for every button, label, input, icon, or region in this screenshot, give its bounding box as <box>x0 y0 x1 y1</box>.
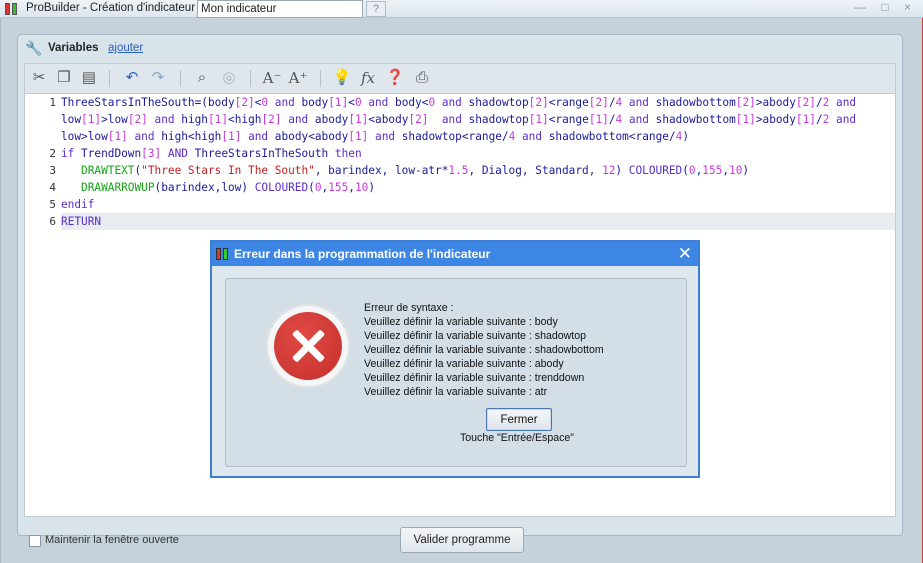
title-bar: ProBuilder - Création d'indicateur - ? —… <box>0 0 923 18</box>
undo-icon[interactable]: ↶ <box>121 67 143 89</box>
code-line[interactable]: low[1]>low[2] and high[1]<high[2] and ab… <box>61 111 895 128</box>
redo-icon[interactable]: ↷ <box>147 67 169 89</box>
error-message: Veuillez définir la variable suivante : … <box>364 358 564 370</box>
app-icon <box>5 3 19 15</box>
indicator-name-input[interactable] <box>197 0 363 18</box>
error-message: Veuillez définir la variable suivante : … <box>364 386 548 398</box>
code-line-current[interactable]: 6 RETURN <box>49 213 895 230</box>
error-message: Veuillez définir la variable suivante : … <box>364 372 585 384</box>
keep-open-label: Maintenir la fenêtre ouverte <box>45 534 179 546</box>
help-circle-icon[interactable]: ❓ <box>384 67 406 89</box>
code-area[interactable]: 1 ThreeStarsInTheSouth=(body[2]<0 and bod… <box>49 94 895 230</box>
close-icon[interactable]: ✕ <box>678 244 692 264</box>
validate-program-button[interactable]: Valider programme <box>400 527 524 553</box>
help-icon[interactable]: ? <box>366 1 386 17</box>
add-variable-link[interactable]: ajouter <box>108 42 143 54</box>
code-line[interactable]: 4 DRAWARROWUP(barindex,low) COLOURED(0,1… <box>49 179 895 196</box>
copy-icon[interactable]: ❐ <box>53 67 75 89</box>
code-line[interactable]: 2 if TrendDown[3] AND ThreeStarsInTheSout… <box>49 145 895 162</box>
search-icon[interactable]: ⌕ <box>191 67 213 89</box>
print-icon[interactable]: ⎙ <box>411 67 433 89</box>
app-icon <box>216 248 230 260</box>
error-message: Veuillez définir la variable suivante : … <box>364 330 587 342</box>
increase-font-icon[interactable]: A⁺ <box>287 67 309 89</box>
code-line[interactable]: 3 DRAWTEXT("Three Stars In The South", b… <box>49 162 895 179</box>
variables-label: Variables <box>48 42 99 54</box>
window-controls[interactable]: — □ × <box>854 0 917 14</box>
key-hint-label: Touche "Entrée/Espace" <box>459 432 575 444</box>
dialog-title: Erreur dans la programmation de l'indica… <box>234 247 491 261</box>
comment-icon[interactable]: ◎ <box>218 67 240 89</box>
error-icon <box>266 304 350 388</box>
error-message: Veuillez définir la variable suivante : … <box>364 316 558 328</box>
code-line[interactable]: 1 ThreeStarsInTheSouth=(body[2]<0 and bod… <box>49 94 895 111</box>
bulb-icon[interactable]: 💡 <box>331 67 353 89</box>
paste-icon[interactable]: ▤ <box>78 67 100 89</box>
decrease-font-icon[interactable]: A⁻ <box>261 67 283 89</box>
wrench-icon: 🔧 <box>25 40 43 56</box>
window-title: ProBuilder - Création d'indicateur - <box>26 2 203 14</box>
editor-toolbar: ✂ ❐ ▤ ↶ ↷ ⌕ ◎ A⁻ A⁺ 💡 fx ❓ ⎙ <box>24 63 896 93</box>
error-message: Erreur de syntaxe : <box>364 302 454 314</box>
keep-open-checkbox[interactable] <box>29 535 41 547</box>
code-line[interactable]: low>low[1] and high<high[1] and abody<ab… <box>61 128 895 145</box>
panel-header: 🔧 Variables ajouter <box>18 35 902 63</box>
dialog-title-bar: Erreur dans la programmation de l'indica… <box>212 242 698 266</box>
error-messages: Erreur de syntaxe : Veuillez définir la … <box>364 301 604 399</box>
function-icon[interactable]: fx <box>357 67 379 89</box>
error-message: Veuillez définir la variable suivante : … <box>364 344 604 356</box>
cut-icon[interactable]: ✂ <box>28 67 50 89</box>
code-line[interactable]: 5 endif <box>49 196 895 213</box>
close-button[interactable]: Fermer <box>486 408 552 431</box>
